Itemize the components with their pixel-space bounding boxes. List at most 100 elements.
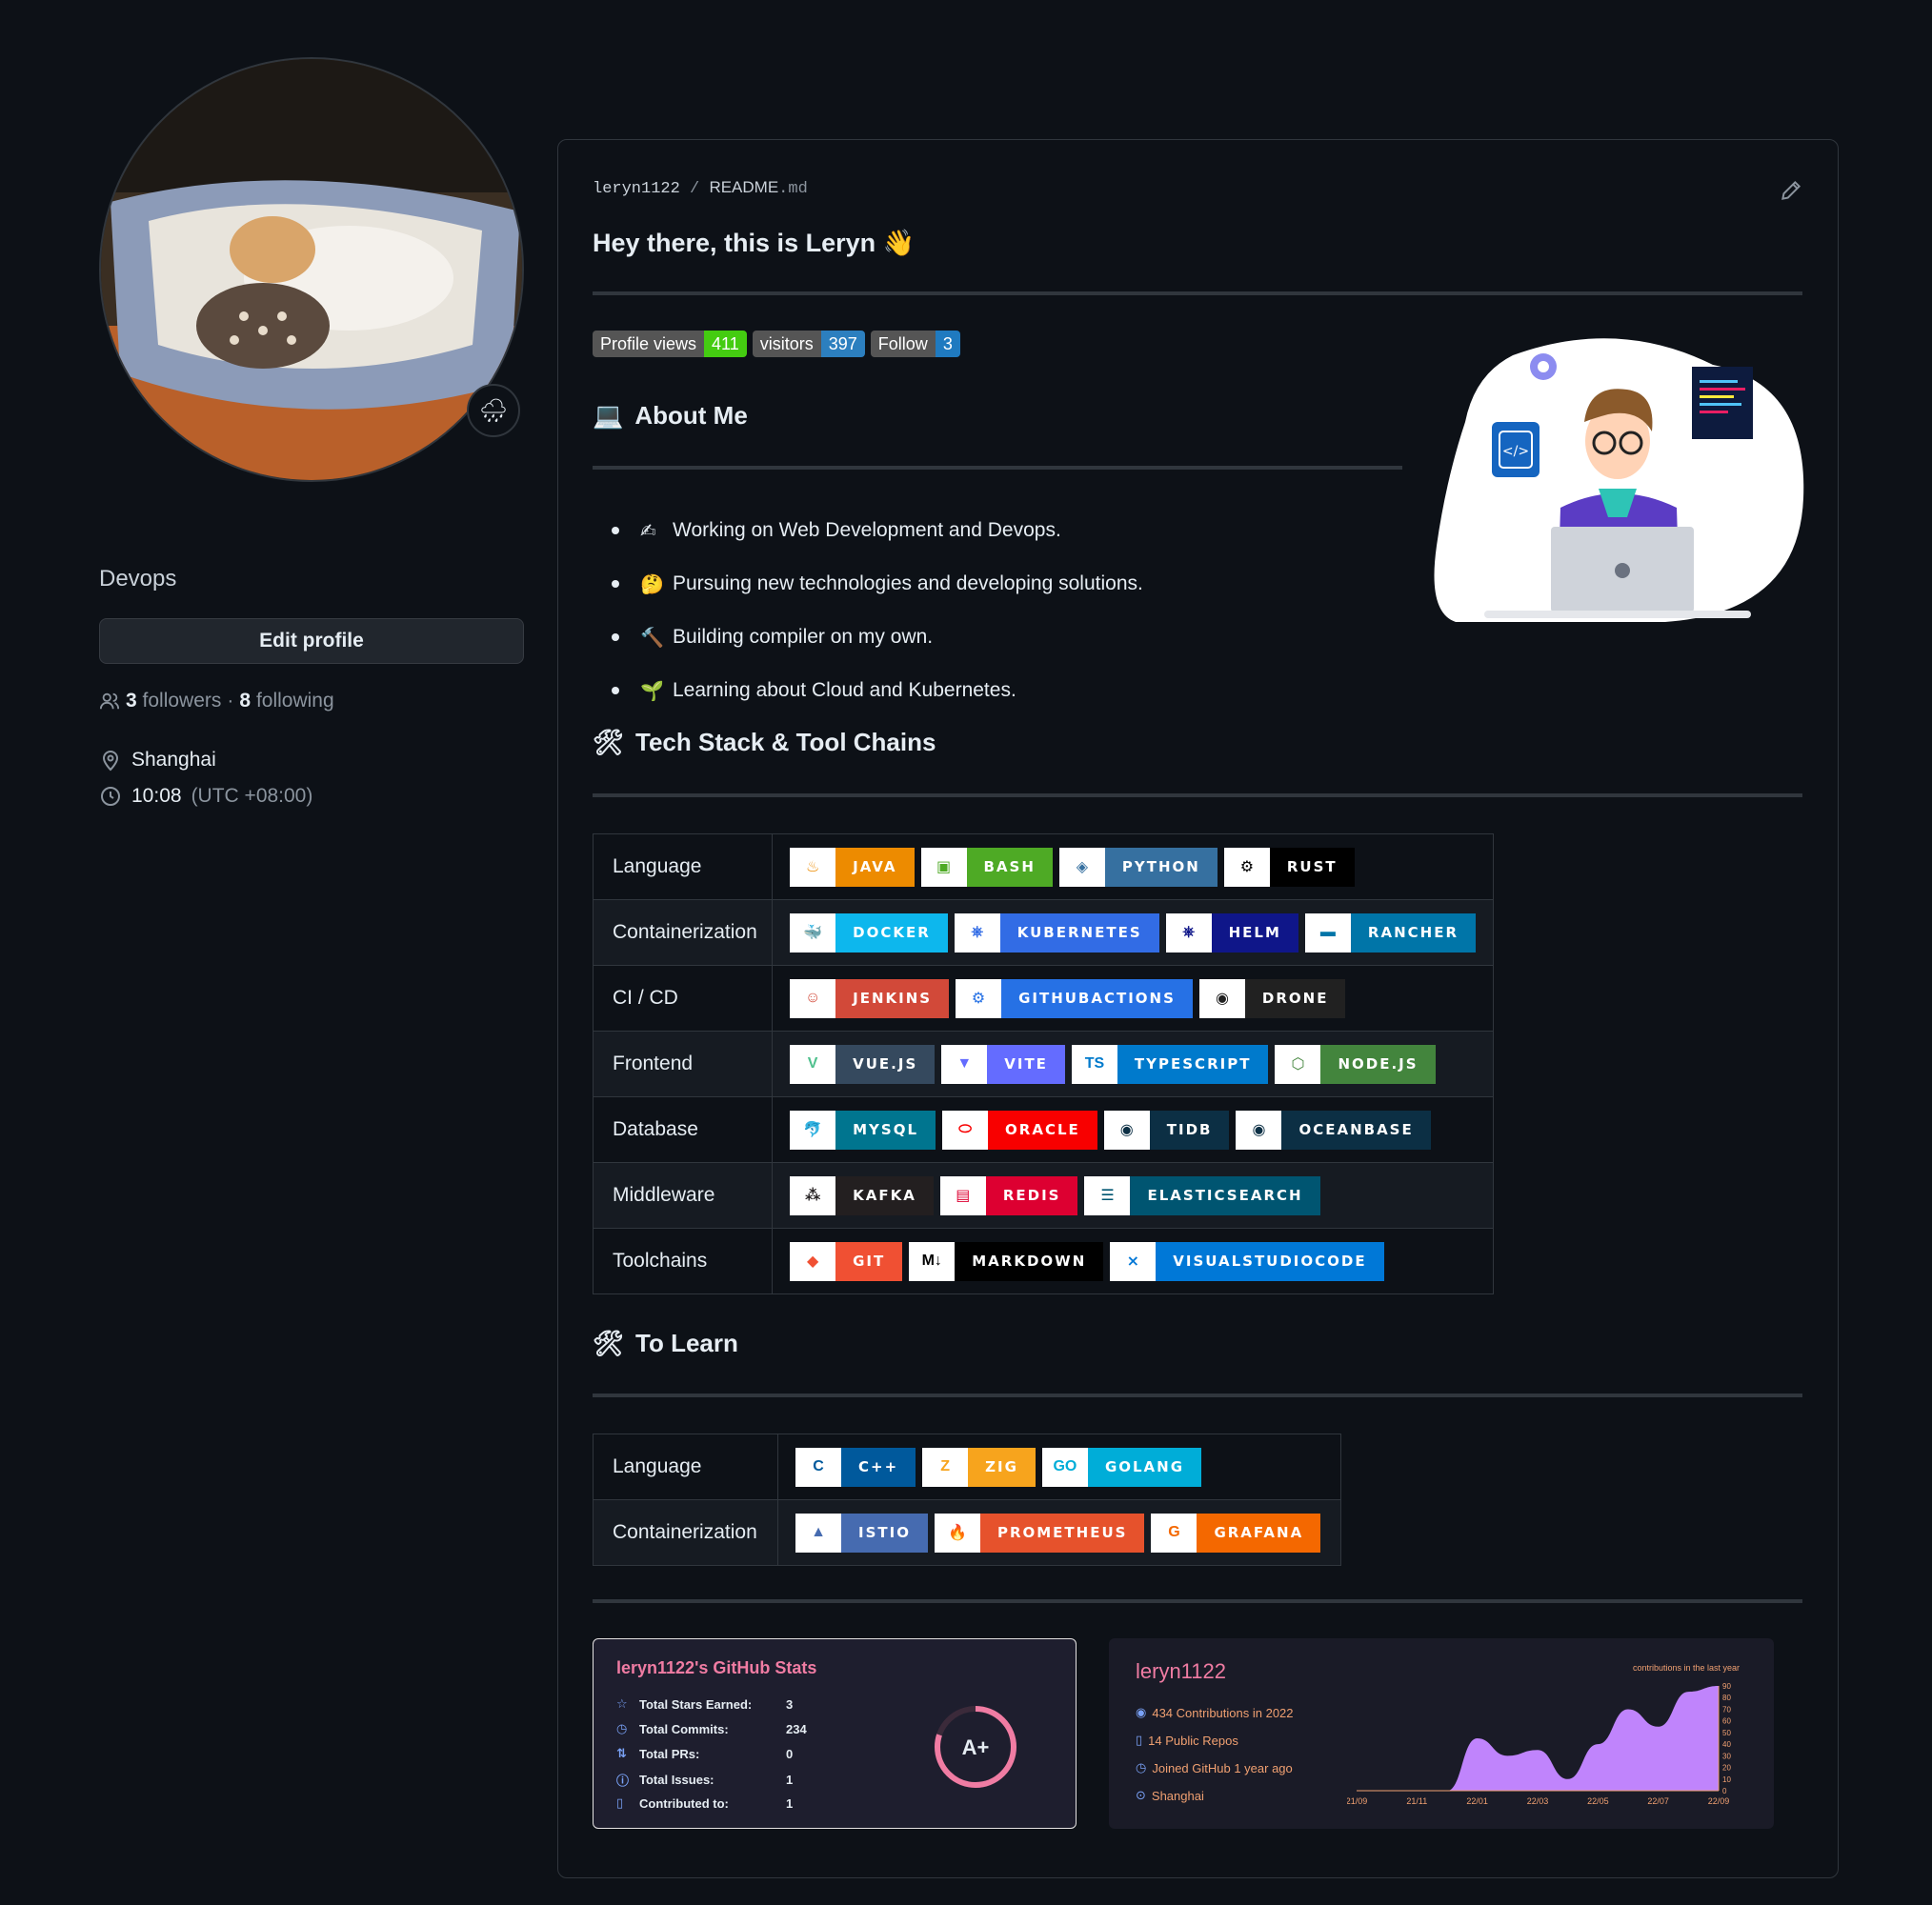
github-stats-card[interactable]: leryn1122's GitHub Stats ☆ Total Stars Ea… [593,1638,1077,1829]
edit-profile-button[interactable]: Edit profile [99,618,524,664]
badge-rancher[interactable]: ▬ RANCHER [1304,912,1476,952]
y-tick-label: 90 [1722,1682,1731,1691]
stat-row: ◷ Total Commits: 234 [616,1721,807,1736]
x-tick-label: 22/05 [1587,1796,1609,1806]
about-list: ✍ Working on Web Development and Devops. 🤔… [612,504,1143,717]
markdown-icon: M↓ [909,1241,956,1281]
bash-icon: ▣ [920,847,967,887]
nodejs-icon: ⬡ [1275,1044,1321,1084]
stat-value: 1 [786,1795,794,1811]
badge-profile-views[interactable]: Profile views 411 [593,331,747,357]
stats-card-title: leryn1122's GitHub Stats [616,1658,817,1677]
badge-visualstudiocode[interactable]: ⨯ VISUALSTUDIOCODE [1110,1241,1384,1281]
x-tick-label: 22/09 [1708,1796,1730,1806]
badge-label: KUBERNETES [999,912,1159,952]
badge-typescript[interactable]: TS TYPESCRIPT [1071,1044,1269,1084]
badge-value: 3 [935,331,960,357]
chips-cell: ◆ GIT M↓ MARKDOWN ⨯ VISUALSTUDIOCODE [772,1228,1494,1294]
badge-drone[interactable]: ◉ DRONE [1198,978,1346,1018]
tools-icon: 🛠 [593,728,625,756]
badge-mysql[interactable]: 🐬 MYSQL [790,1110,936,1150]
badge-java[interactable]: ♨ JAVA [790,847,915,887]
docker-icon: 🐳 [790,912,836,952]
following-link[interactable]: 8 following [239,690,333,712]
category-cell: Frontend [592,1031,774,1097]
y-tick-label: 50 [1722,1729,1731,1737]
y-tick-label: 80 [1722,1694,1731,1702]
list-item-text: Pursuing new technologies and developing… [673,572,1143,594]
badge-docker[interactable]: 🐳 DOCKER [790,912,948,952]
timezone: (UTC +08:00) [191,785,313,807]
badge-grafana[interactable]: G GRAFANA [1151,1513,1321,1553]
table-row: Containerization 🐳 DOCKER ⎈ KUBERNETES ⎈ HELM ▬… [592,899,1494,966]
category-cell: Containerization [593,1499,778,1566]
avatar[interactable] [99,57,524,482]
badge-kafka[interactable]: ⁂ KAFKA [790,1175,934,1215]
y-tick-label: 60 [1722,1717,1731,1726]
repo-icon: ▯ [616,1795,624,1810]
badge-oracle[interactable]: ⬭ ORACLE [942,1110,1097,1150]
badge-label: REDIS [985,1175,1078,1215]
badge-visitors[interactable]: visitors 397 [752,331,865,357]
badge-githubactions[interactable]: ⚙ GITHUBACTIONS [956,978,1193,1018]
stat-row: ☆ Total Stars Earned: 3 [616,1696,793,1712]
badge-label: PROMETHEUS [979,1513,1145,1553]
badge-git[interactable]: ◆ GIT [790,1241,903,1281]
badge-markdown[interactable]: M↓ MARKDOWN [909,1241,1104,1281]
badge-label: RANCHER [1350,912,1476,952]
chips-cell: ⁂ KAFKA ▤ REDIS ☰ ELASTICSEARCH [772,1162,1494,1229]
location-text: Shanghai [131,749,216,771]
chips-cell: 🐬 MYSQL ⬭ ORACLE ◉ TIDB ◉ OCEANBASE [772,1096,1494,1163]
badge-python[interactable]: ◈ PYTHON [1058,847,1218,887]
badge-jenkins[interactable]: ☺ JENKINS [790,978,950,1018]
badge-tidb[interactable]: ◉ TIDB [1103,1110,1230,1150]
badge-elasticsearch[interactable]: ☰ ELASTICSEARCH [1084,1175,1320,1215]
kubernetes-icon: ⎈ [954,912,1000,952]
badge-bash[interactable]: ▣ BASH [920,847,1053,887]
profile-summary-card[interactable]: leryn1122 ◉ 434 Contributions in 2022 ▯ 14 … [1109,1638,1774,1829]
chips-cell: 🐳 DOCKER ⎈ KUBERNETES ⎈ HELM ▬ RANCHER [772,899,1494,966]
badge-label: RUST [1269,847,1355,887]
badge-golang[interactable]: GO GOLANG [1041,1447,1202,1487]
github-actions-icon: ⚙ [956,978,1002,1018]
badge-follow[interactable]: Follow 3 [870,331,960,357]
rancher-icon: ▬ [1304,912,1351,952]
badge-nodejs[interactable]: ⬡ NODE.JS [1275,1044,1436,1084]
list-item-text: Working on Web Development and Devops. [673,519,1061,541]
github-icon: ◉ [1136,1705,1147,1719]
tools-icon: 🛠 [593,1329,625,1357]
badge-label: GITHUBACTIONS [1001,978,1193,1018]
emoji-icon: ✍ [640,520,656,542]
about-heading: 💻 About Me [593,401,748,430]
badge-vite[interactable]: ▼ VITE [941,1044,1065,1084]
badge-prometheus[interactable]: 🔥 PROMETHEUS [934,1513,1145,1553]
badge-helm[interactable]: ⎈ HELM [1165,912,1298,952]
status-emoji-button[interactable]: 🌧 [467,384,520,437]
istio-icon: ▲ [795,1513,841,1553]
divider [593,1599,1802,1603]
y-tick-label: 0 [1722,1787,1727,1795]
badge-rust[interactable]: ⚙ RUST [1223,847,1355,887]
java-icon: ♨ [790,847,836,887]
table-row: Frontend V VUE.JS ▼ VITE TS TYPESCRIPT ⬡ NODE.JS [592,1031,1494,1097]
badge-vuejs[interactable]: V VUE.JS [790,1044,936,1084]
table-row: Language ♨ JAVA ▣ BASH ◈ PYTHON ⚙ RUST [592,833,1494,900]
edit-pencil-icon[interactable] [1779,178,1803,203]
badge-redis[interactable]: ▤ REDIS [939,1175,1078,1215]
vite-icon: ▼ [941,1044,988,1084]
category-cell: Language [593,1434,778,1500]
badge-c++[interactable]: C C++ [795,1447,916,1487]
badge-kubernetes[interactable]: ⎈ KUBERNETES [954,912,1159,952]
followers-link[interactable]: 3 followers [126,690,221,712]
badge-label: ZIG [968,1447,1036,1487]
badge-oceanbase[interactable]: ◉ OCEANBASE [1236,1110,1431,1150]
badge-zig[interactable]: Z ZIG [922,1447,1036,1487]
badge-istio[interactable]: ▲ ISTIO [795,1513,928,1553]
time-row: 10:08 (UTC +08:00) [99,785,312,808]
repo-owner-link[interactable]: leryn1122 [593,180,680,198]
badge-label: TYPESCRIPT [1117,1044,1269,1084]
stat-label: Total Stars Earned: [639,1696,753,1712]
badge-label: C++ [841,1447,916,1487]
badge-label: VITE [987,1044,1065,1084]
readme-file-link[interactable]: README.md [709,178,807,198]
